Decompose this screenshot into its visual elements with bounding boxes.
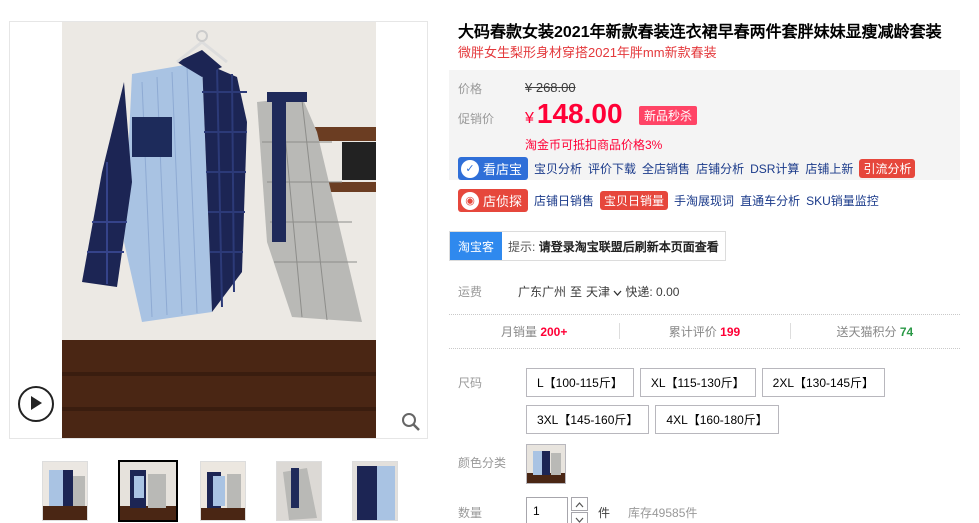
hint-text[interactable]: 请登录淘宝联盟后刷新本页面查看 xyxy=(539,240,719,254)
promo-tag: 新品秒杀 xyxy=(639,106,698,125)
currency-symbol: ¥ xyxy=(525,110,534,127)
express-fee: 快递: 0.00 xyxy=(625,285,680,299)
ship-to-select[interactable]: 天津 xyxy=(586,283,622,300)
taobaoke-tag[interactable]: 淘宝客 xyxy=(450,232,503,260)
link-store-analysis[interactable]: 店铺分析 xyxy=(696,160,744,177)
coin-discount-note: 淘金币可抵扣商品价格3% xyxy=(525,138,663,152)
total-reviews[interactable]: 累计评价 199 xyxy=(619,323,789,340)
total-reviews-label: 累计评价 xyxy=(668,325,717,339)
quantity-label: 数量 xyxy=(458,506,483,520)
tmall-points-value: 74 xyxy=(899,325,914,339)
quantity-increase-button[interactable] xyxy=(571,497,588,511)
tmall-points: 送天猫积分 74 xyxy=(789,323,960,340)
link-mobile-keywords[interactable]: 手淘展现词 xyxy=(674,192,734,209)
link-store-new[interactable]: 店铺上新 xyxy=(805,160,853,177)
detective-icon: ◉ xyxy=(461,191,479,210)
ship-from: 广东广州 xyxy=(518,285,567,299)
dianzhentan-toolbar: ◉ 店侦探 店铺日销售 宝贝日销量 手淘展现词 直通车分析 SKU销量监控 xyxy=(458,189,879,212)
stats-row: 月销量 200+ 累计评价 199 送天猫积分 74 xyxy=(449,314,960,349)
main-image-frame xyxy=(9,21,428,439)
link-dsr-calc[interactable]: DSR计算 xyxy=(750,160,799,177)
ship-to: 天津 xyxy=(586,285,611,299)
link-sku-monitor[interactable]: SKU销量监控 xyxy=(806,192,879,209)
kandianbao-button[interactable]: ✓ 看店宝 xyxy=(458,157,529,180)
dianzhentan-label: 店侦探 xyxy=(483,194,523,209)
tmall-points-label: 送天猫积分 xyxy=(836,325,897,339)
quantity-unit: 件 xyxy=(598,506,611,520)
shipping-row: 运费 广东广州 至 天津 快递: 0.00 xyxy=(458,283,679,300)
size-option-l[interactable]: L【100-115斤】 xyxy=(526,368,634,397)
monthly-sales: 月销量 200+ xyxy=(449,323,619,340)
link-store-sales[interactable]: 全店销售 xyxy=(642,160,690,177)
play-video-button[interactable] xyxy=(18,386,54,422)
promo-price-label: 促销价 xyxy=(458,112,495,126)
thumbnail-image[interactable] xyxy=(200,461,246,521)
promo-price-value: 148.00 xyxy=(536,98,623,129)
link-store-daily-sales[interactable]: 店铺日销售 xyxy=(534,192,594,209)
color-label: 颜色分类 xyxy=(458,456,507,470)
size-option-3xl[interactable]: 3XL【145-160斤】 xyxy=(526,405,650,434)
chevron-down-icon xyxy=(575,512,584,523)
thumbnail-strip xyxy=(42,460,428,522)
zoom-button[interactable] xyxy=(401,412,423,434)
link-traffic-analysis[interactable]: 引流分析 xyxy=(859,159,916,178)
stock-count: 库存49585件 xyxy=(628,506,698,520)
dianzhentan-button[interactable]: ◉ 店侦探 xyxy=(458,189,529,212)
taobaoke-box: 淘宝客 提示: 请登录淘宝联盟后刷新本页面查看 xyxy=(449,231,726,261)
quantity-input[interactable] xyxy=(526,497,568,523)
size-option-4xl[interactable]: 4XL【160-180斤】 xyxy=(655,405,779,434)
thumbnail-image[interactable] xyxy=(42,461,88,521)
promo-price: ¥ 148.00 xyxy=(525,98,623,130)
link-review-download[interactable]: 评价下载 xyxy=(588,160,636,177)
product-title: 大码春款女装2021年新款春装连衣裙早春两件套胖妹妹显瘦减龄套装 xyxy=(458,24,942,41)
kandianbao-toolbar: ✓ 看店宝 宝贝分析 评价下载 全店销售 店铺分析 DSR计算 店铺上新 引流分… xyxy=(458,157,916,180)
product-subtitle: 微胖女生梨形身材穿搭2021年胖mm新款春装 xyxy=(458,45,717,60)
link-item-daily-sales[interactable]: 宝贝日销量 xyxy=(600,191,669,210)
original-price: ¥ 268.00 xyxy=(525,80,576,95)
original-price-label: 价格 xyxy=(458,82,483,96)
play-icon xyxy=(29,395,43,414)
monthly-sales-value: 200+ xyxy=(540,325,568,339)
main-product-image[interactable] xyxy=(62,22,376,438)
size-option-xl[interactable]: XL【115-130斤】 xyxy=(639,368,756,397)
check-shield-icon: ✓ xyxy=(461,159,479,178)
thumbnail-image[interactable] xyxy=(276,461,322,521)
quantity-decrease-button[interactable] xyxy=(571,512,588,523)
thumbnail-image-selected[interactable] xyxy=(118,460,178,522)
size-label: 尺码 xyxy=(458,376,483,390)
link-ztc-analysis[interactable]: 直通车分析 xyxy=(740,192,800,209)
size-option-2xl[interactable]: 2XL【130-145斤】 xyxy=(761,368,886,397)
magnifier-icon xyxy=(401,413,421,435)
taobaoke-hint: 提示: 请登录淘宝联盟后刷新本页面查看 xyxy=(502,238,725,255)
link-item-analysis[interactable]: 宝贝分析 xyxy=(534,160,582,177)
kandianbao-label: 看店宝 xyxy=(483,162,523,177)
total-reviews-value: 199 xyxy=(720,325,741,339)
thumbnail-image[interactable] xyxy=(352,461,398,521)
monthly-sales-label: 月销量 xyxy=(500,325,537,339)
size-options: L【100-115斤】 XL【115-130斤】 2XL【130-145斤】 3… xyxy=(526,368,926,434)
chevron-down-icon xyxy=(613,285,622,299)
color-option-image[interactable] xyxy=(526,444,566,484)
shipping-label: 运费 xyxy=(458,285,483,299)
hint-prefix: 提示: xyxy=(508,239,536,254)
ship-to-word: 至 xyxy=(570,285,583,299)
chevron-up-icon xyxy=(575,497,584,511)
